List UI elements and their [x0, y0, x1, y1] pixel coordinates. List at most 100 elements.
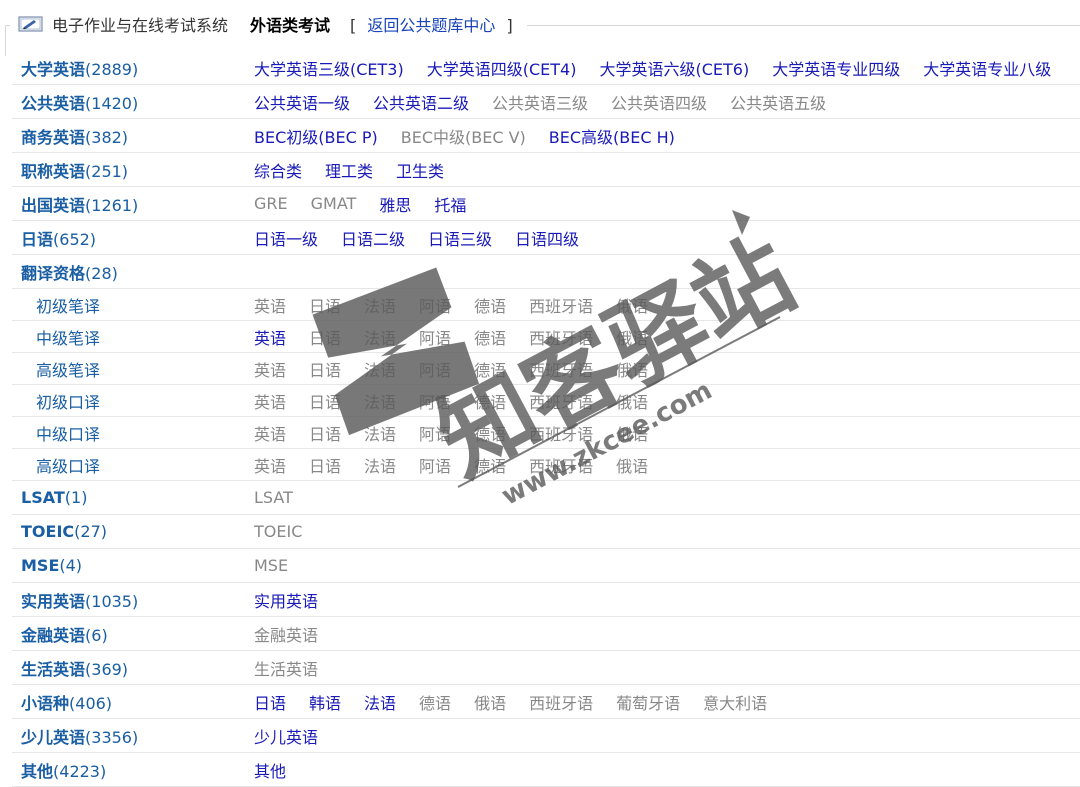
subcategory-label: 初级口译 [12, 389, 254, 413]
exam-item-list: MSE [254, 556, 311, 575]
exam-link[interactable]: 日语三级 [428, 226, 492, 250]
exam-link[interactable]: 英语 [254, 325, 286, 349]
exam-link[interactable]: 卫生类 [396, 158, 444, 182]
category-name: 初级笔译 [36, 296, 101, 316]
exam-link[interactable]: 公共英语二级 [373, 90, 469, 114]
exam-label-disabled: 俄语 [616, 296, 649, 316]
category-count: (382) [85, 127, 129, 147]
edit-document-icon [18, 16, 43, 32]
exam-label-disabled: GRE [254, 194, 288, 213]
exam-item-list: 金融英语 [254, 622, 341, 646]
exam-link[interactable]: 韩语 [309, 690, 341, 714]
subcategory-row: 初级口译 英语 日语 法语 阿语 德语 西班牙语 俄语 [12, 385, 1080, 417]
exam-label-disabled: 阿语 [419, 392, 452, 412]
exam-link[interactable]: 大学英语专业八级 [923, 56, 1051, 80]
exam-link[interactable]: 日语一级 [254, 226, 318, 250]
category-name: 实用英语 [21, 591, 86, 611]
category-title: 外语类考试 [250, 16, 331, 35]
bracket-close: ] [506, 16, 513, 35]
exam-label-disabled: 日语 [309, 328, 342, 348]
back-to-public-bank-link[interactable]: 返回公共题库中心 [361, 16, 501, 35]
category-row: 生活英语(369) 生活英语 [12, 651, 1080, 685]
exam-link[interactable]: 综合类 [254, 158, 302, 182]
exam-item-list: 综合类 理工类 卫生类 [254, 158, 467, 182]
exam-link[interactable]: 大学英语六级(CET6) [599, 56, 749, 80]
category-count: (1420) [85, 93, 139, 113]
exam-item-list: 英语 日语 法语 阿语 德语 西班牙语 俄语 [254, 357, 671, 381]
exam-item-list: LSAT [254, 488, 316, 507]
exam-item-list: 英语 日语 法语 阿语 德语 西班牙语 俄语 [254, 453, 671, 477]
exam-item-list: TOEIC [254, 522, 325, 541]
exam-label-disabled: 俄语 [474, 693, 507, 713]
exam-label-disabled: 西班牙语 [529, 424, 594, 444]
page-header: 电子作业与在线考试系统 外语类考试 [ 返回公共题库中心 ] [0, 0, 1080, 56]
category-label: 翻译资格(28) [12, 260, 254, 284]
exam-item-list: 英语 日语 法语 阿语 德语 西班牙语 俄语 [254, 293, 671, 317]
exam-label-disabled: 俄语 [616, 456, 649, 476]
category-row: 小语种(406) 日语 韩语 法语 德语 俄语 西班牙语 葡萄牙语 意大利语 [12, 685, 1080, 719]
category-name: 小语种 [21, 693, 70, 713]
exam-label-disabled: 生活英语 [254, 659, 319, 679]
subcategory-label: 高级口译 [12, 453, 254, 477]
category-row: 翻译资格(28) [12, 255, 1080, 289]
category-row: MSE(4) MSE [12, 549, 1080, 583]
exam-item-list: 生活英语 [254, 656, 341, 680]
exam-link[interactable]: BEC初级(BEC P) [254, 124, 378, 148]
category-name: 高级笔译 [36, 360, 101, 380]
category-row: 职称英语(251) 综合类 理工类 卫生类 [12, 153, 1080, 187]
exam-label-disabled: BEC中级(BEC V) [400, 127, 526, 147]
exam-link[interactable]: 理工类 [325, 158, 373, 182]
exam-link[interactable]: 少儿英语 [254, 724, 318, 748]
category-count: (652) [53, 229, 97, 249]
category-row: 实用英语(1035) 实用英语 [12, 583, 1080, 617]
exam-link[interactable]: BEC高级(BEC H) [549, 124, 675, 148]
exam-label-disabled: 德语 [474, 424, 507, 444]
exam-link[interactable]: 日语二级 [341, 226, 405, 250]
category-row: 公共英语(1420) 公共英语一级 公共英语二级 公共英语三级 公共英语四级 公共英语五级 [12, 85, 1080, 119]
category-name: MSE [21, 556, 60, 575]
exam-item-list: 公共英语一级 公共英语二级 公共英语三级 公共英语四级 公共英语五级 [254, 90, 849, 114]
exam-label-disabled: 日语 [309, 392, 342, 412]
category-label: 公共英语(1420) [12, 90, 254, 114]
header-bar: 电子作业与在线考试系统 外语类考试 [ 返回公共题库中心 ] [10, 10, 527, 38]
exam-item-list: 实用英语 [254, 588, 341, 612]
exam-link[interactable]: 日语 [254, 690, 286, 714]
category-count: (1) [64, 488, 88, 507]
exam-label-disabled: 英语 [254, 424, 287, 444]
exam-item-list: 少儿英语 [254, 724, 341, 748]
exam-label-disabled: 法语 [364, 424, 397, 444]
category-row: 金融英语(6) 金融英语 [12, 617, 1080, 651]
exam-item-list: 日语 韩语 法语 德语 俄语 西班牙语 葡萄牙语 意大利语 [254, 690, 790, 714]
exam-label-disabled: 德语 [474, 360, 507, 380]
exam-label-disabled: 西班牙语 [529, 392, 594, 412]
category-count: (369) [85, 659, 129, 679]
category-count: (6) [85, 625, 108, 645]
exam-link[interactable]: 大学英语四级(CET4) [427, 56, 577, 80]
category-name: 中级笔译 [36, 328, 101, 348]
exam-link[interactable]: 大学英语三级(CET3) [254, 56, 404, 80]
exam-link[interactable]: 其他 [254, 758, 286, 782]
category-count: (406) [69, 693, 113, 713]
category-name: TOEIC [21, 522, 75, 541]
exam-label-disabled: 阿语 [419, 296, 452, 316]
exam-link[interactable]: 法语 [364, 690, 396, 714]
exam-link[interactable]: 大学英语专业四级 [772, 56, 900, 80]
exam-item-list: GRE GMAT 雅思 托福 [254, 192, 489, 216]
exam-label-disabled: 德语 [474, 456, 507, 476]
category-row: 出国英语(1261) GRE GMAT 雅思 托福 [12, 187, 1080, 221]
exam-label-disabled: 西班牙语 [529, 328, 594, 348]
exam-link[interactable]: 日语四级 [515, 226, 579, 250]
exam-item-list: 英语 日语 法语 阿语 德语 西班牙语 俄语 [254, 389, 671, 413]
subcategory-label: 初级笔译 [12, 293, 254, 317]
exam-label-disabled: 日语 [309, 424, 342, 444]
exam-label-disabled: 西班牙语 [529, 296, 594, 316]
exam-link[interactable]: 实用英语 [254, 588, 318, 612]
exam-link[interactable]: 雅思 [379, 192, 411, 216]
system-title: 电子作业与在线考试系统 [52, 16, 229, 35]
category-name: 少儿英语 [21, 727, 86, 747]
exam-label-disabled: 俄语 [616, 360, 649, 380]
category-name: 初级口译 [36, 392, 101, 412]
exam-link[interactable]: 公共英语一级 [254, 90, 350, 114]
exam-label-disabled: 德语 [474, 328, 507, 348]
exam-link[interactable]: 托福 [434, 192, 466, 216]
